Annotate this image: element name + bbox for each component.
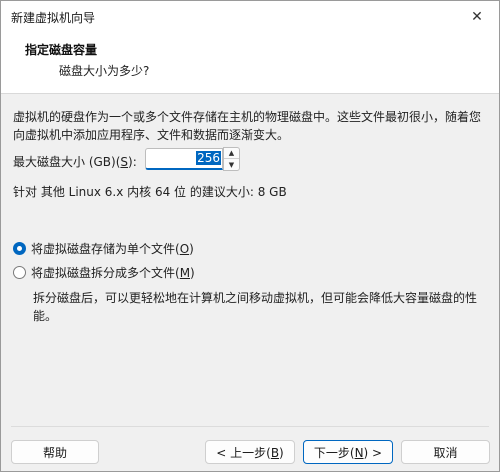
page-title: 指定磁盘容量 xyxy=(25,43,98,57)
footer-divider xyxy=(11,426,489,427)
disk-size-value: 256 xyxy=(196,151,221,165)
split-note-text: 拆分磁盘后，可以更轻松地在计算机之间移动虚拟机，但可能会降低大容量磁盘的性能。 xyxy=(33,291,478,323)
spin-up-button[interactable]: ▲ xyxy=(224,148,239,159)
help-button[interactable]: 帮助 xyxy=(11,440,99,464)
back-button-label: < 上一步(B) xyxy=(216,445,284,460)
disk-size-input[interactable]: 256 xyxy=(145,148,223,170)
page-subtitle: 磁盘大小为多少? xyxy=(59,64,150,78)
option-single-file-label: 将虚拟磁盘存储为单个文件(O) xyxy=(31,242,194,256)
help-button-label: 帮助 xyxy=(42,445,67,460)
caret-down-icon: ▼ xyxy=(228,160,235,169)
title-bar: 新建虚拟机向导 ✕ xyxy=(1,1,499,32)
radio-single-file[interactable] xyxy=(13,242,26,255)
back-button[interactable]: < 上一步(B) xyxy=(205,440,295,464)
option-split-files-label: 将虚拟磁盘拆分成多个文件(M) xyxy=(31,266,195,280)
disk-size-label: 最大磁盘大小 (GB)(S): xyxy=(13,155,137,169)
option-single-file[interactable]: 将虚拟磁盘存储为单个文件(O) xyxy=(13,240,194,257)
cancel-button[interactable]: 取消 xyxy=(401,440,490,464)
radio-split-files[interactable] xyxy=(13,266,26,279)
close-icon: ✕ xyxy=(471,8,483,25)
option-split-files[interactable]: 将虚拟磁盘拆分成多个文件(M) xyxy=(13,264,195,281)
disk-size-spinner: ▲ ▼ xyxy=(223,147,240,171)
spin-down-button[interactable]: ▼ xyxy=(224,159,239,170)
description-text: 虚拟机的硬盘作为一个或多个文件存储在主机的物理磁盘中。这些文件最初很小，随着您向… xyxy=(13,110,482,142)
cancel-button-label: 取消 xyxy=(433,445,458,460)
recommended-size-text: 针对 其他 Linux 6.x 内核 64 位 的建议大小: 8 GB xyxy=(13,185,287,199)
caret-up-icon: ▲ xyxy=(228,149,235,157)
close-button[interactable]: ✕ xyxy=(455,1,499,32)
window-title: 新建虚拟机向导 xyxy=(11,11,96,25)
next-button[interactable]: 下一步(N) > xyxy=(303,440,393,464)
next-button-label: 下一步(N) > xyxy=(313,445,383,460)
new-vm-wizard-window: 新建虚拟机向导 ✕ 指定磁盘容量 磁盘大小为多少? 虚拟机的硬盘作为一个或多个文… xyxy=(0,0,500,472)
wizard-header: 指定磁盘容量 磁盘大小为多少? xyxy=(1,32,499,94)
